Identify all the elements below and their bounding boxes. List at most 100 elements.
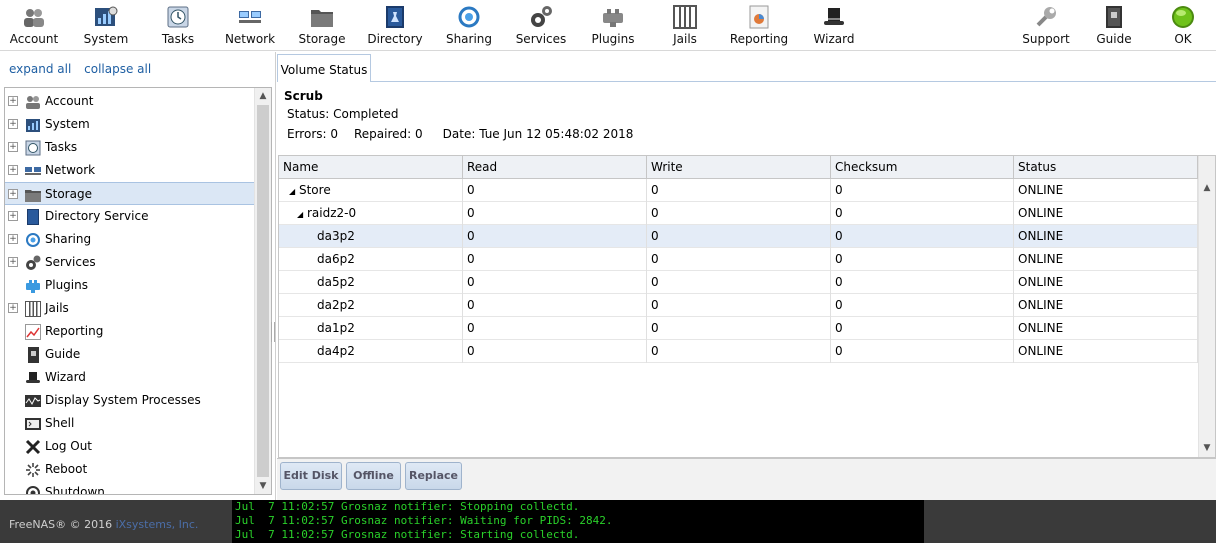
grid-row-store[interactable]: ◢ Store 0 0 0 ONLINE (279, 179, 1198, 202)
cell-status: ONLINE (1014, 202, 1198, 225)
cell-name: ◢ Store (279, 179, 463, 202)
expand-toggle-icon[interactable]: + (8, 96, 18, 106)
tree-item-jails[interactable]: + Jails (5, 297, 255, 320)
toolbar-services[interactable]: Services (512, 0, 570, 51)
toolbar-reporting[interactable]: Reporting (728, 0, 790, 51)
console-log[interactable]: Jul 7 11:02:57 Grosnaz notifier: Stoppin… (232, 500, 924, 543)
grid-row-da6p2[interactable]: da6p2 0 0 0 ONLINE (279, 248, 1198, 271)
toolbar-tasks[interactable]: Tasks (150, 0, 206, 51)
tree-item-directory-service[interactable]: + Directory Service (5, 205, 255, 228)
expand-all-link[interactable]: expand all (9, 62, 71, 76)
status-ok-icon (1172, 6, 1194, 28)
scroll-up-arrow-icon[interactable]: ▲ (258, 91, 268, 101)
expand-toggle-icon[interactable]: + (8, 189, 18, 199)
tree-item-label: Network (45, 163, 96, 177)
toolbar-storage[interactable]: Storage (294, 0, 350, 51)
cell-name: da1p2 (279, 317, 463, 340)
cell-write: 0 (647, 340, 831, 363)
tree-item-log-out[interactable]: Log Out (5, 435, 255, 458)
tree-collapse-icon[interactable]: ◢ (297, 210, 303, 219)
cell-read: 0 (463, 317, 647, 340)
top-toolbar: Account System Tasks Network Storage Dir… (0, 0, 1216, 51)
toolbar-sharing[interactable]: Sharing (440, 0, 498, 51)
expand-toggle-icon[interactable]: + (8, 257, 18, 267)
console-line: Jul 7 11:02:57 Grosnaz notifier: Startin… (235, 528, 580, 541)
tree-item-plugins[interactable]: Plugins (5, 274, 255, 297)
network-icon (25, 167, 41, 175)
toolbar-network[interactable]: Network (222, 0, 278, 51)
tree-item-tasks[interactable]: + Tasks (5, 136, 255, 159)
wizard-icon (26, 372, 40, 383)
offline-button[interactable]: Offline (346, 462, 401, 490)
scrub-date: Date: Tue Jun 12 05:48:02 2018 (442, 127, 634, 141)
toolbar-system-label: System (83, 32, 129, 46)
grid-scrollbar[interactable]: ▲ ▼ (1198, 156, 1215, 457)
toolbar-account[interactable]: Account (4, 0, 64, 51)
toolbar-directory[interactable]: Directory (366, 0, 424, 51)
cell-status: ONLINE (1014, 340, 1198, 363)
tree-item-display-system-processes[interactable]: Display System Processes (5, 389, 255, 412)
tree-item-reboot[interactable]: Reboot (5, 458, 255, 481)
expand-toggle-icon[interactable]: + (8, 211, 18, 221)
cell-name: ◢ raidz2-0 (279, 202, 463, 225)
toolbar-guide[interactable]: Guide (1088, 0, 1140, 51)
expand-toggle-icon[interactable]: + (8, 303, 18, 313)
toolbar-wizard[interactable]: Wizard (806, 0, 862, 51)
grid-row-da1p2[interactable]: da1p2 0 0 0 ONLINE (279, 317, 1198, 340)
expand-toggle-icon[interactable]: + (8, 234, 18, 244)
tree-item-system[interactable]: + System (5, 113, 255, 136)
tab-volume-status[interactable]: Volume Status (277, 54, 371, 82)
tree-item-wizard[interactable]: Wizard (5, 366, 255, 389)
cell-status: ONLINE (1014, 248, 1198, 271)
replace-button[interactable]: Replace (405, 462, 462, 490)
tree-item-label: System (45, 117, 90, 131)
toolbar-plugins[interactable]: Plugins (584, 0, 642, 51)
expand-toggle-icon[interactable]: + (8, 119, 18, 129)
cell-write: 0 (647, 179, 831, 202)
tree-item-shutdown[interactable]: Shutdown (5, 481, 255, 495)
tree-scrollbar[interactable]: ▲ ▼ (254, 88, 271, 494)
company-link[interactable]: iXsystems, Inc. (116, 518, 199, 531)
toolbar-support[interactable]: Support (1018, 0, 1074, 51)
row-name: Store (298, 183, 331, 197)
tree-item-label: Account (45, 94, 94, 108)
grid-row-raidz2-0[interactable]: ◢ raidz2-0 0 0 0 ONLINE (279, 202, 1198, 225)
tree-item-guide[interactable]: Guide (5, 343, 255, 366)
grid-row-da2p2[interactable]: da2p2 0 0 0 ONLINE (279, 294, 1198, 317)
tree-item-account[interactable]: + Account (5, 90, 255, 113)
tree-item-reporting[interactable]: Reporting (5, 320, 255, 343)
expand-toggle-icon[interactable]: + (8, 165, 18, 175)
tree-expand-links: expand all collapse all (9, 62, 160, 76)
column-header-checksum[interactable]: Checksum (831, 156, 1014, 178)
toolbar-system[interactable]: System (78, 0, 134, 51)
column-header-read[interactable]: Read (463, 156, 647, 178)
console-line: Jul 7 11:02:57 Grosnaz notifier: Waiting… (235, 514, 613, 527)
tasks-icon (25, 140, 41, 156)
scroll-down-arrow-icon[interactable]: ▼ (1202, 443, 1212, 453)
expand-toggle-icon[interactable]: + (8, 142, 18, 152)
tree-item-shell[interactable]: Shell (5, 412, 255, 435)
tree-collapse-icon[interactable]: ◢ (289, 187, 295, 196)
scroll-up-arrow-icon[interactable]: ▲ (1202, 183, 1212, 193)
grid-row-da3p2[interactable]: da3p2 0 0 0 ONLINE (279, 225, 1198, 248)
panel-splitter-handle[interactable] (271, 322, 275, 342)
tree-item-network[interactable]: + Network (5, 159, 255, 182)
tree-item-storage[interactable]: + Storage (5, 182, 255, 205)
scroll-down-arrow-icon[interactable]: ▼ (258, 481, 268, 491)
tree-item-services[interactable]: + Services (5, 251, 255, 274)
grid-row-da5p2[interactable]: da5p2 0 0 0 ONLINE (279, 271, 1198, 294)
cell-name: da4p2 (279, 340, 463, 363)
toolbar-jails[interactable]: Jails (657, 0, 713, 51)
tree-item-sharing[interactable]: + Sharing (5, 228, 255, 251)
column-header-status[interactable]: Status (1014, 156, 1198, 178)
edit-disk-button[interactable]: Edit Disk (280, 462, 342, 490)
toolbar-status-ok[interactable]: OK (1160, 0, 1206, 51)
column-header-name[interactable]: Name (279, 156, 463, 178)
main-content-panel: Volume Status Scrub Status: Completed Er… (277, 52, 1216, 500)
grid-row-da4p2[interactable]: da4p2 0 0 0 ONLINE (279, 340, 1198, 363)
collapse-all-link[interactable]: collapse all (84, 62, 151, 76)
cell-status: ONLINE (1014, 294, 1198, 317)
tree-item-label: Shutdown (45, 485, 105, 495)
column-header-write[interactable]: Write (647, 156, 831, 178)
tree-scrollbar-thumb[interactable] (257, 105, 269, 477)
